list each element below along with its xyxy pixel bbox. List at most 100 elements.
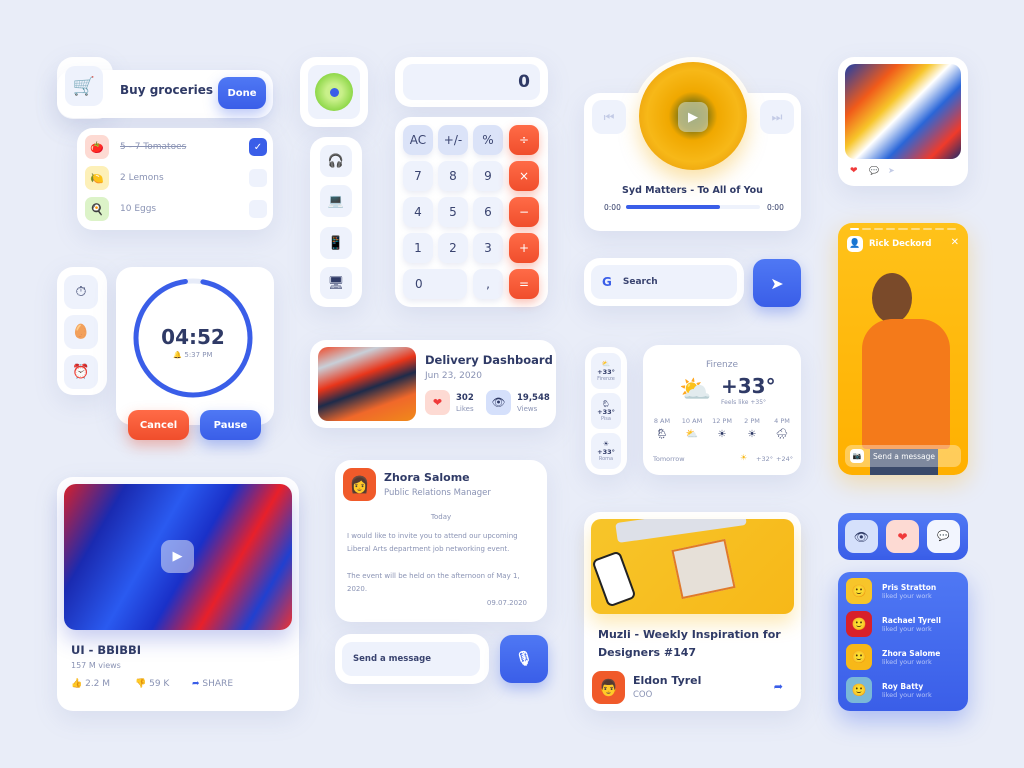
story-segment: [910, 228, 920, 230]
microphone-button[interactable]: 🎙: [500, 635, 548, 683]
post-image[interactable]: [845, 64, 961, 159]
current-temperature: +33°: [721, 374, 776, 398]
story-segment: [886, 228, 896, 230]
tab-comments[interactable]: 💬: [927, 520, 960, 553]
liker-action: liked your work: [882, 657, 932, 666]
calc-key[interactable]: 8: [438, 161, 468, 191]
close-icon[interactable]: ✕: [951, 237, 959, 248]
weather-city-firenze[interactable]: ⛅ +33° Firenze: [591, 353, 621, 389]
track-progress-slider[interactable]: [626, 205, 760, 209]
story-segment: [850, 228, 860, 230]
views-label: Views: [517, 405, 538, 413]
comment-icon[interactable]: 💬: [869, 166, 879, 175]
grocery-item[interactable]: 🍅 5 - 7 Tomatoes ✓: [85, 135, 267, 159]
story-message-input[interactable]: 📷 Send a message: [845, 445, 961, 467]
views-count: 19,548: [517, 393, 550, 403]
calc-key[interactable]: =: [509, 269, 539, 299]
grocery-checkbox[interactable]: [249, 200, 267, 218]
calc-key[interactable]: +/-: [438, 125, 468, 155]
pause-button[interactable]: Pause: [200, 410, 261, 440]
calc-key[interactable]: 4: [403, 197, 433, 227]
done-button[interactable]: Done: [218, 77, 266, 109]
person-head: [872, 273, 912, 323]
chat-message: I would like to invite you to attend our…: [347, 532, 518, 553]
previous-track-button[interactable]: ⏮: [592, 100, 626, 134]
notebook-shape: [671, 538, 736, 600]
story-progress: [850, 228, 956, 230]
calc-key[interactable]: 1: [403, 233, 433, 263]
next-track-button[interactable]: ⏭: [760, 100, 794, 134]
calc-key[interactable]: +: [509, 233, 539, 263]
phone-icon[interactable]: 📱: [320, 227, 352, 259]
tab-views[interactable]: 👁: [845, 520, 878, 553]
hour-label: 8 AM: [653, 417, 671, 425]
liker-item[interactable]: 🙂 Rachael Tyrell liked your work: [846, 611, 941, 637]
liker-action: liked your work: [882, 690, 932, 699]
story-avatar: 👤: [847, 236, 863, 252]
stopwatch-icon[interactable]: ⏱: [64, 275, 98, 309]
hour-weather-icon: ⛅: [685, 429, 699, 440]
play-button[interactable]: ▶: [678, 102, 708, 132]
weather-icon: ☀: [602, 440, 610, 448]
mac-mini-icon[interactable]: 🖥: [320, 267, 352, 299]
laptop-icon[interactable]: 💻: [320, 185, 352, 217]
article-card[interactable]: Muzli - Weekly Inspiration for Designers…: [584, 512, 801, 711]
calc-key[interactable]: AC: [403, 125, 433, 155]
weather-city-pisa[interactable]: 🌦 +33° Pisa: [591, 393, 621, 429]
calc-key[interactable]: 9: [473, 161, 503, 191]
liker-item[interactable]: 🙂 Pris Stratton liked your work: [846, 578, 936, 604]
liker-avatar: 🙂: [846, 677, 872, 703]
calc-key[interactable]: 5: [438, 197, 468, 227]
airpods-icon[interactable]: 🎧: [320, 145, 352, 177]
share-icon[interactable]: ➤: [888, 166, 895, 175]
share-icon[interactable]: ➦: [774, 680, 783, 693]
egg-timer-icon[interactable]: 🥚: [64, 315, 98, 349]
calc-key[interactable]: 7: [403, 161, 433, 191]
camera-icon[interactable]: 📷: [850, 449, 864, 463]
calc-key[interactable]: 0: [403, 269, 467, 299]
person-hoodie: [862, 319, 950, 449]
weather-icon: 🌦: [601, 400, 611, 408]
play-button[interactable]: ▶: [161, 540, 194, 573]
locator-button[interactable]: [308, 65, 360, 119]
share-button[interactable]: ➦ SHARE: [192, 679, 233, 689]
chat-message: The event will be held on the afternoon …: [347, 572, 520, 593]
grocery-item[interactable]: 🍋 2 Lemons: [85, 166, 267, 190]
calc-key[interactable]: 2: [438, 233, 468, 263]
dislike-button[interactable]: 👎 59 K: [135, 679, 169, 689]
chat-date: 09.07.2020: [486, 599, 527, 607]
alarm-clock-icon[interactable]: ⏰: [64, 355, 98, 389]
tomorrow-high: +32°: [756, 455, 773, 463]
calc-key[interactable]: ×: [509, 161, 539, 191]
timer-time: 04:52: [161, 325, 225, 349]
weather-card: Firenze ⛅ +33° Feels like +35° Tomorrow …: [643, 345, 801, 475]
send-button[interactable]: ➤: [753, 259, 801, 307]
grocery-item[interactable]: 🍳 10 Eggs: [85, 197, 267, 221]
egg-icon: 🍳: [85, 197, 109, 221]
thumbs-up-icon: 👍: [71, 679, 83, 689]
calc-key[interactable]: −: [509, 197, 539, 227]
calc-key[interactable]: ÷: [509, 125, 539, 155]
calc-key[interactable]: ,: [473, 269, 503, 299]
cancel-button[interactable]: Cancel: [128, 410, 189, 440]
message-input[interactable]: Send a message: [342, 642, 480, 676]
story-card[interactable]: 👤 Rick Deckord ✕ 📷 Send a message: [838, 223, 968, 475]
calc-key[interactable]: 3: [473, 233, 503, 263]
calc-key[interactable]: %: [473, 125, 503, 155]
like-button[interactable]: 👍 2.2 M: [71, 679, 110, 689]
delivery-dashboard-card[interactable]: Delivery Dashboard Jun 23, 2020 ❤ 302 Li…: [310, 340, 556, 428]
search-input[interactable]: G Search: [591, 265, 737, 299]
calc-key[interactable]: 6: [473, 197, 503, 227]
likes-tabs: 👁 ❤ 💬: [838, 513, 968, 560]
like-icon[interactable]: ❤: [850, 166, 858, 176]
timer-mode-list: ⏱ 🥚 ⏰: [57, 267, 107, 395]
weather-city-roma[interactable]: ☀ +33° Roma: [591, 433, 621, 469]
calculator-display: 0: [403, 64, 540, 100]
grocery-checkbox[interactable]: [249, 169, 267, 187]
liker-item[interactable]: 🙂 Roy Batty liked your work: [846, 677, 932, 703]
tab-likes[interactable]: ❤: [886, 520, 919, 553]
dashboard-date: Jun 23, 2020: [425, 371, 483, 381]
grocery-checkbox-checked[interactable]: ✓: [249, 138, 267, 156]
share-arrow-icon: ➦: [192, 679, 200, 689]
liker-item[interactable]: 🙂 Zhora Salome liked your work: [846, 644, 940, 670]
